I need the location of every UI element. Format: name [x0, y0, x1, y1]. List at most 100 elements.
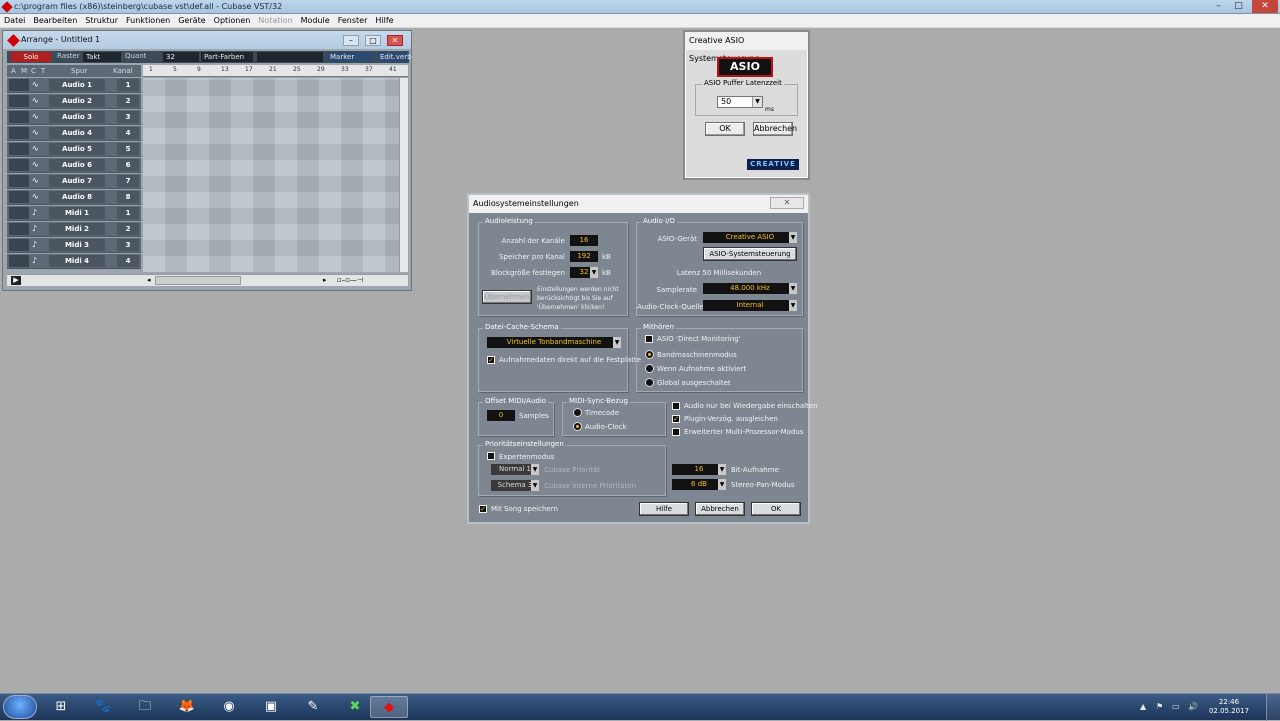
scroll-left-icon[interactable]: ◂ — [147, 276, 151, 284]
taskbar-app-paw-icon[interactable]: 🐾 — [84, 696, 122, 718]
record-direct-checkbox[interactable]: ✓ — [487, 356, 495, 364]
samplerate-select[interactable]: 48.000 kHz ▼ — [703, 283, 797, 294]
track-name[interactable]: Audio 1 — [49, 79, 105, 91]
menu-module[interactable]: Module — [297, 14, 334, 28]
monitor-radio-record[interactable] — [645, 364, 654, 373]
help-button[interactable]: Hilfe — [639, 502, 689, 516]
taskbar-app-cubase-icon[interactable]: ◆ — [370, 696, 408, 718]
clock[interactable]: 22:46 02.05.2017 — [1208, 698, 1250, 716]
track-controls[interactable] — [9, 111, 29, 123]
block-size-select[interactable]: 32 ▼ — [570, 267, 598, 278]
track-controls[interactable] — [9, 207, 29, 219]
channels-field[interactable]: 16 — [570, 235, 598, 246]
track-controls[interactable] — [9, 191, 29, 203]
track-row[interactable]: ∿ Audio 2 2 — [7, 94, 141, 109]
track-name[interactable]: Audio 4 — [49, 127, 105, 139]
menu-hilfe[interactable]: Hilfe — [371, 14, 397, 28]
track-controls[interactable] — [9, 175, 29, 187]
track-channel[interactable]: 2 — [117, 95, 139, 107]
sync-radio-timecode[interactable] — [573, 408, 582, 417]
track-controls[interactable] — [9, 95, 29, 107]
menu-funktionen[interactable]: Funktionen — [122, 14, 174, 28]
track-channel[interactable]: 4 — [117, 127, 139, 139]
tray-volume-icon[interactable]: 🔊 — [1188, 702, 1198, 711]
track-channel[interactable]: 2 — [117, 223, 139, 235]
memory-field[interactable]: 192 — [570, 251, 598, 262]
tray-expand-icon[interactable]: ▲ — [1140, 702, 1146, 711]
tray-display-icon[interactable]: ▭ — [1172, 702, 1180, 711]
internal-priority-select[interactable]: Schema 3 ▼ — [491, 480, 539, 491]
track-row[interactable]: ∿ Audio 8 8 — [7, 190, 141, 205]
asio-ok-button[interactable]: OK — [705, 122, 745, 136]
arrange-minimize-button[interactable]: – — [343, 35, 359, 46]
track-channel[interactable]: 6 — [117, 159, 139, 171]
menu-struktur[interactable]: Struktur — [81, 14, 122, 28]
track-name[interactable]: Audio 5 — [49, 143, 105, 155]
taskbar-app-firefox-icon[interactable]: 🦊 — [168, 696, 206, 718]
track-row[interactable]: ♪ Midi 2 2 — [7, 222, 141, 237]
scroll-thumb[interactable] — [155, 276, 241, 285]
track-channel[interactable]: 8 — [117, 191, 139, 203]
asio-control-button[interactable]: ASIO-Systemsteuerung — [703, 247, 797, 261]
track-controls[interactable] — [9, 223, 29, 235]
menu-geraete[interactable]: Geräte — [174, 14, 209, 28]
scroll-right-icon[interactable]: ▸ — [323, 276, 327, 284]
zoom-slider-icon[interactable]: ▫–▫—⊣ — [337, 276, 363, 284]
track-controls[interactable] — [9, 79, 29, 91]
marker-select[interactable]: Marker — [327, 52, 373, 62]
track-name[interactable]: Audio 6 — [49, 159, 105, 171]
track-channel[interactable]: 5 — [117, 143, 139, 155]
cancel-button[interactable]: Abbrechen — [695, 502, 745, 516]
quant-select[interactable]: 32 — [163, 52, 199, 62]
plugin-delay-checkbox[interactable]: ✓ — [672, 415, 680, 423]
track-controls[interactable] — [9, 127, 29, 139]
apply-button[interactable]: Übernehmen — [482, 290, 532, 304]
ok-button[interactable]: OK — [751, 502, 801, 516]
clock-source-select[interactable]: Internal ▼ — [703, 300, 797, 311]
monitor-radio-off[interactable] — [645, 378, 654, 387]
track-controls[interactable] — [9, 159, 29, 171]
taskbar-app-folder-icon[interactable]: 🗀 — [126, 696, 164, 718]
track-channel[interactable]: 4 — [117, 255, 139, 267]
arrange-maximize-button[interactable]: □ — [365, 35, 381, 46]
save-with-song-checkbox[interactable]: ✓ — [479, 505, 487, 513]
vertical-scrollbar[interactable] — [399, 78, 408, 272]
track-controls[interactable] — [9, 239, 29, 251]
track-row[interactable]: ♪ Midi 3 3 — [7, 238, 141, 253]
multiprocessor-checkbox[interactable]: ✓ — [672, 428, 680, 436]
sync-radio-audioclock[interactable] — [573, 422, 582, 431]
track-row[interactable]: ♪ Midi 4 4 — [7, 254, 141, 269]
taskbar-app-excel-icon[interactable]: ✖ — [336, 696, 374, 718]
tray-flag-icon[interactable]: ⚑ — [1156, 702, 1163, 711]
part-name-field[interactable] — [257, 52, 323, 62]
track-channel[interactable]: 1 — [117, 79, 139, 91]
direct-monitoring-checkbox[interactable]: ✓ — [645, 335, 653, 343]
track-name[interactable]: Audio 7 — [49, 175, 105, 187]
raster-select[interactable]: Takt — [83, 52, 121, 62]
pan-mode-select[interactable]: 6 dB ▼ — [672, 479, 726, 490]
solo-button[interactable]: Solo — [11, 52, 51, 62]
menu-optionen[interactable]: Optionen — [210, 14, 255, 28]
start-button[interactable] — [3, 695, 37, 719]
close-button[interactable]: ✕ — [1252, 0, 1278, 13]
track-channel[interactable]: 7 — [117, 175, 139, 187]
priority-select[interactable]: Normal 1 ▼ — [491, 464, 539, 475]
horizontal-scrollbar[interactable]: ▶ ◂ ▸ ▫–▫—⊣ — [7, 274, 408, 286]
track-row[interactable]: ∿ Audio 5 5 — [7, 142, 141, 157]
track-row[interactable]: ∿ Audio 3 3 — [7, 110, 141, 125]
track-name[interactable]: Midi 2 — [49, 223, 105, 235]
track-name[interactable]: Midi 1 — [49, 207, 105, 219]
track-controls[interactable] — [9, 143, 29, 155]
track-channel[interactable]: 3 — [117, 111, 139, 123]
asio-cancel-button[interactable]: Abbrechen — [753, 122, 797, 136]
arrange-part-area[interactable] — [143, 78, 399, 272]
audio-close-icon[interactable]: ✕ — [770, 197, 804, 209]
track-channel[interactable]: 1 — [117, 207, 139, 219]
taskbar-app-photo-icon[interactable]: ▣ — [252, 696, 290, 718]
track-row[interactable]: ∿ Audio 6 6 — [7, 158, 141, 173]
offset-field[interactable]: 0 — [487, 410, 515, 421]
cache-scheme-select[interactable]: Virtuelle Tonbandmaschine ▼ — [487, 337, 621, 348]
track-name[interactable]: Audio 2 — [49, 95, 105, 107]
asio-device-select[interactable]: Creative ASIO ▼ — [703, 232, 797, 243]
edit-button[interactable]: Edit.verb — [377, 52, 412, 62]
